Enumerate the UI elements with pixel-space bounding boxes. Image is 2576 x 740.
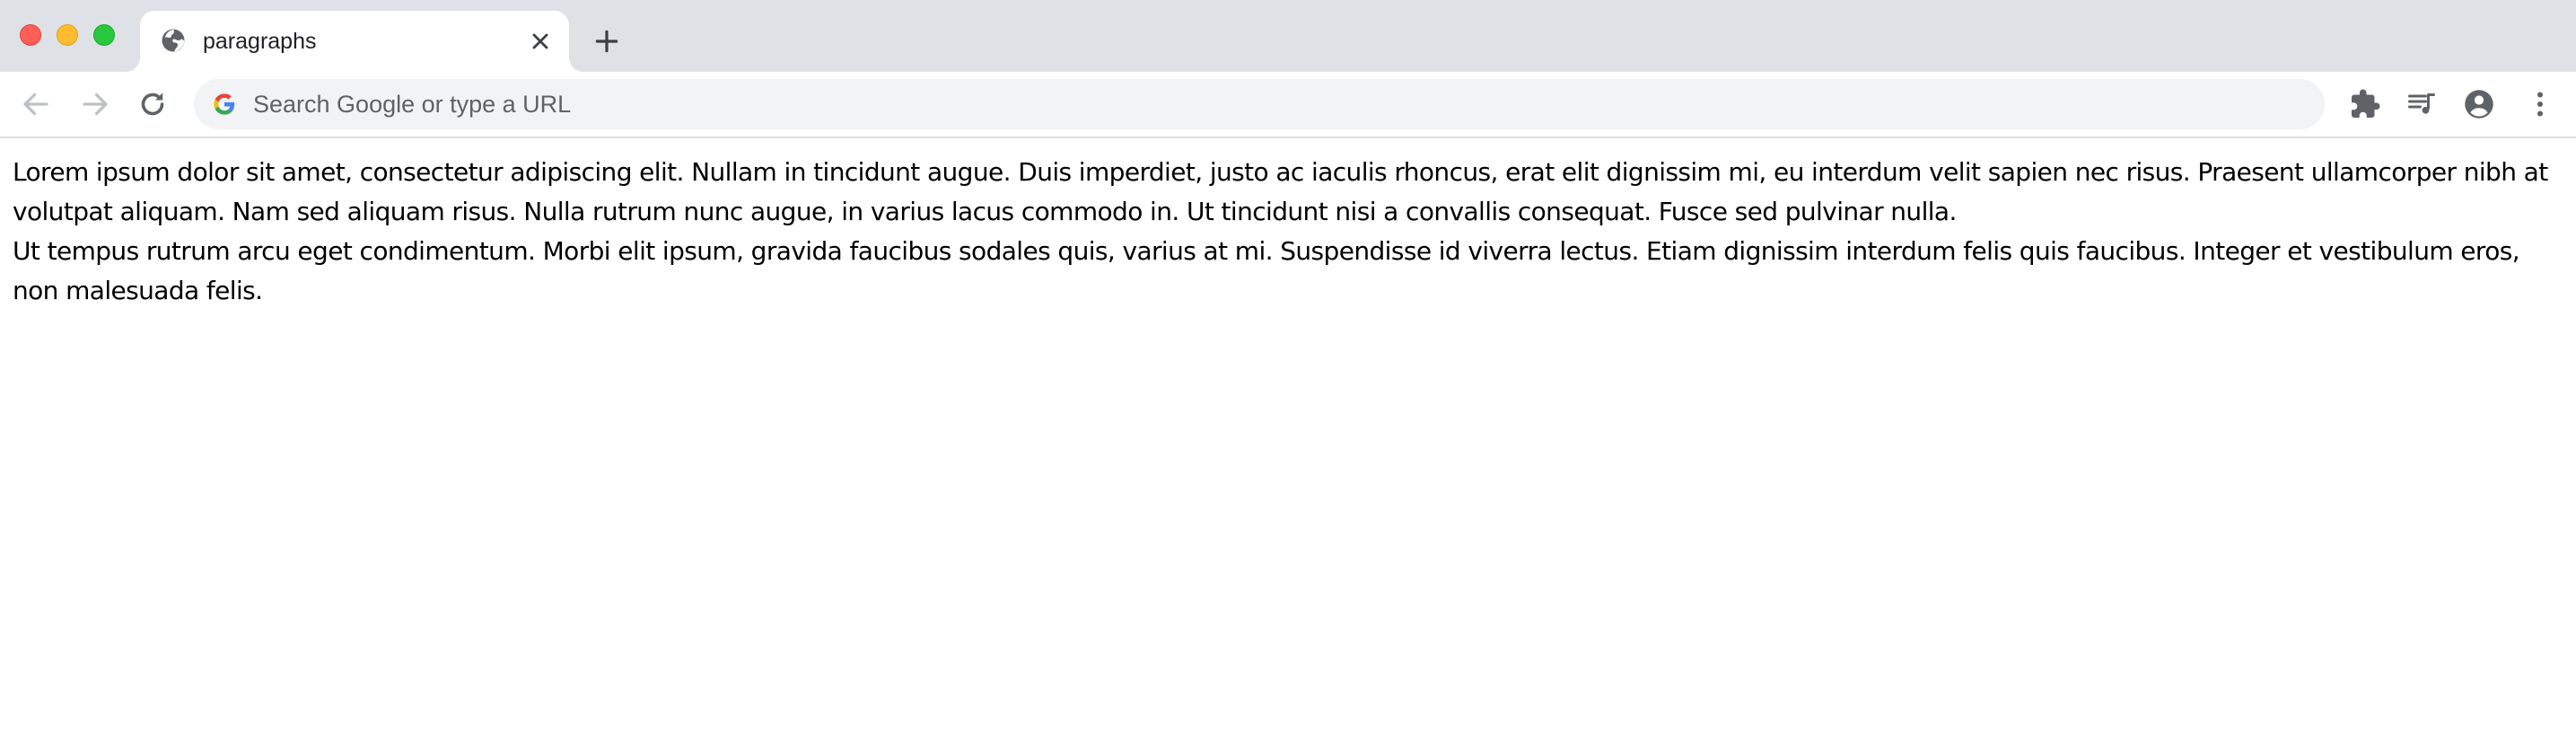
page-content: Lorem ipsum dolor sit amet, consectetur …: [0, 138, 2576, 740]
omnibox[interactable]: [194, 79, 2325, 129]
window-minimize-button[interactable]: [57, 24, 78, 46]
paragraph: Ut tempus rutrum arcu eget condimentum. …: [13, 236, 2520, 305]
account-circle-icon[interactable]: [2463, 88, 2495, 120]
more-vert-icon[interactable]: [2524, 88, 2556, 120]
arrow-forward-icon[interactable]: [79, 88, 111, 120]
media-queue-icon[interactable]: [2405, 88, 2438, 120]
plus-icon[interactable]: [592, 27, 621, 56]
close-icon[interactable]: [528, 29, 553, 54]
window-close-button[interactable]: [20, 24, 41, 46]
paragraph: Lorem ipsum dolor sit amet, consectetur …: [13, 157, 2548, 226]
arrow-back-icon[interactable]: [20, 88, 52, 120]
tab-title: paragraphs: [203, 29, 317, 54]
omnibox-input[interactable]: [253, 79, 2300, 129]
window-maximize-button[interactable]: [93, 24, 115, 46]
browser-window: paragraphs Search Google or type a URL L…: [0, 0, 2576, 740]
globe-icon: [162, 29, 185, 52]
toolbar: [0, 72, 2576, 138]
tab-strip: paragraphs: [0, 0, 2576, 72]
google-g-icon: [214, 93, 235, 115]
puzzle-icon[interactable]: [2349, 88, 2381, 120]
reload-icon[interactable]: [136, 88, 169, 120]
tab-active[interactable]: paragraphs: [140, 11, 569, 72]
